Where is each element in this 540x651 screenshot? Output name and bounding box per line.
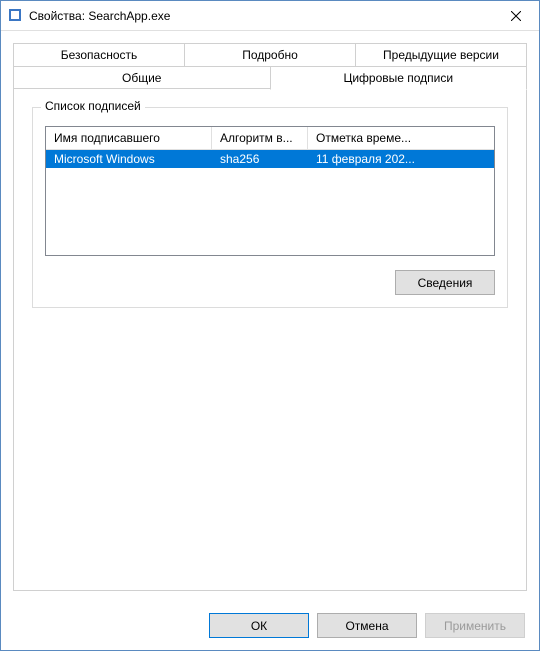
list-row[interactable]: Microsoft Windows sha256 11 февраля 202.… [46,150,494,168]
cell-signer: Microsoft Windows [46,150,212,168]
cell-algorithm: sha256 [212,150,308,168]
window-title: Свойства: SearchApp.exe [29,9,493,23]
dialog-buttons: ОК Отмена Применить [1,603,539,650]
apply-button[interactable]: Применить [425,613,525,638]
tab-details[interactable]: Подробно [184,43,356,67]
tabpanel: Список подписей Имя подписавшего Алгорит… [13,88,527,591]
tab-previous-versions[interactable]: Предыдущие версии [355,43,527,67]
col-algorithm[interactable]: Алгоритм в... [212,127,308,149]
list-header: Имя подписавшего Алгоритм в... Отметка в… [46,127,494,150]
cell-timestamp: 11 февраля 202... [308,150,494,168]
content-area: Безопасность Подробно Предыдущие версии … [1,31,539,603]
tab-digital-signatures[interactable]: Цифровые подписи [270,66,528,90]
signature-group: Список подписей Имя подписавшего Алгорит… [32,107,508,308]
group-title: Список подписей [41,99,145,113]
close-button[interactable] [493,1,539,31]
tab-general[interactable]: Общие [13,66,271,90]
signature-list[interactable]: Имя подписавшего Алгоритм в... Отметка в… [45,126,495,256]
app-icon [9,9,23,23]
ok-button[interactable]: ОК [209,613,309,638]
tab-security[interactable]: Безопасность [13,43,185,67]
col-timestamp[interactable]: Отметка време... [308,127,494,149]
details-button[interactable]: Сведения [395,270,495,295]
titlebar: Свойства: SearchApp.exe [1,1,539,31]
cancel-button[interactable]: Отмена [317,613,417,638]
col-signer[interactable]: Имя подписавшего [46,127,212,149]
tabstrip: Безопасность Подробно Предыдущие версии … [13,43,527,89]
